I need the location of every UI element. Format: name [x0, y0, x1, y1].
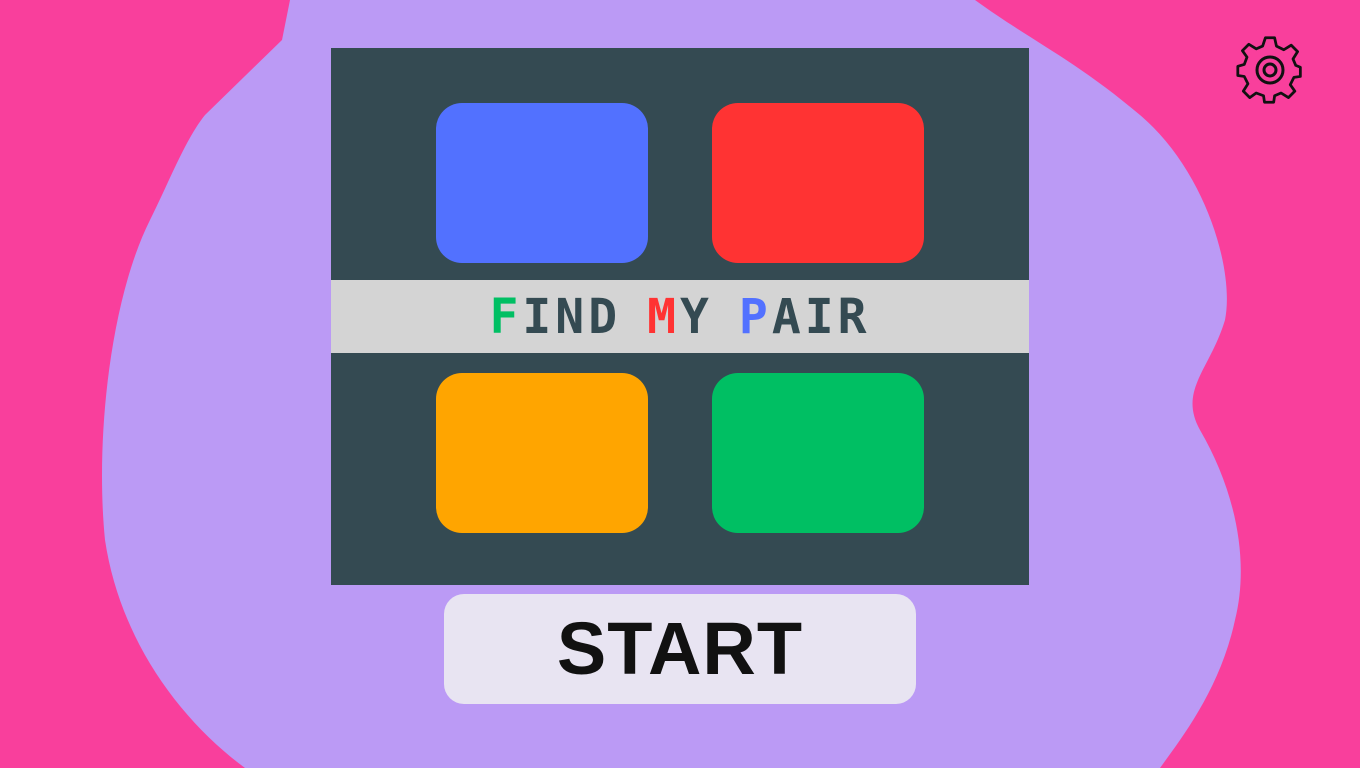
settings-button[interactable] — [1232, 32, 1308, 108]
title-band: FIND MY PAIR — [331, 280, 1029, 353]
tile-green — [712, 373, 924, 533]
title-word-find-rest: IND — [522, 288, 622, 345]
title-letter-p: P — [738, 288, 772, 345]
title-word-pair-rest: AIR — [771, 288, 871, 345]
game-logo: FIND MY PAIR — [331, 48, 1029, 585]
tile-blue — [436, 103, 648, 263]
tile-orange — [436, 373, 648, 533]
tile-red — [712, 103, 924, 263]
title-word-my-rest: Y — [680, 288, 713, 345]
title-letter-f: F — [489, 288, 523, 345]
title-letter-m: M — [647, 288, 680, 345]
start-button[interactable]: START — [444, 594, 916, 704]
start-button-label: START — [556, 607, 804, 690]
gear-icon — [1236, 36, 1302, 104]
game-title: FIND MY PAIR — [489, 293, 870, 341]
